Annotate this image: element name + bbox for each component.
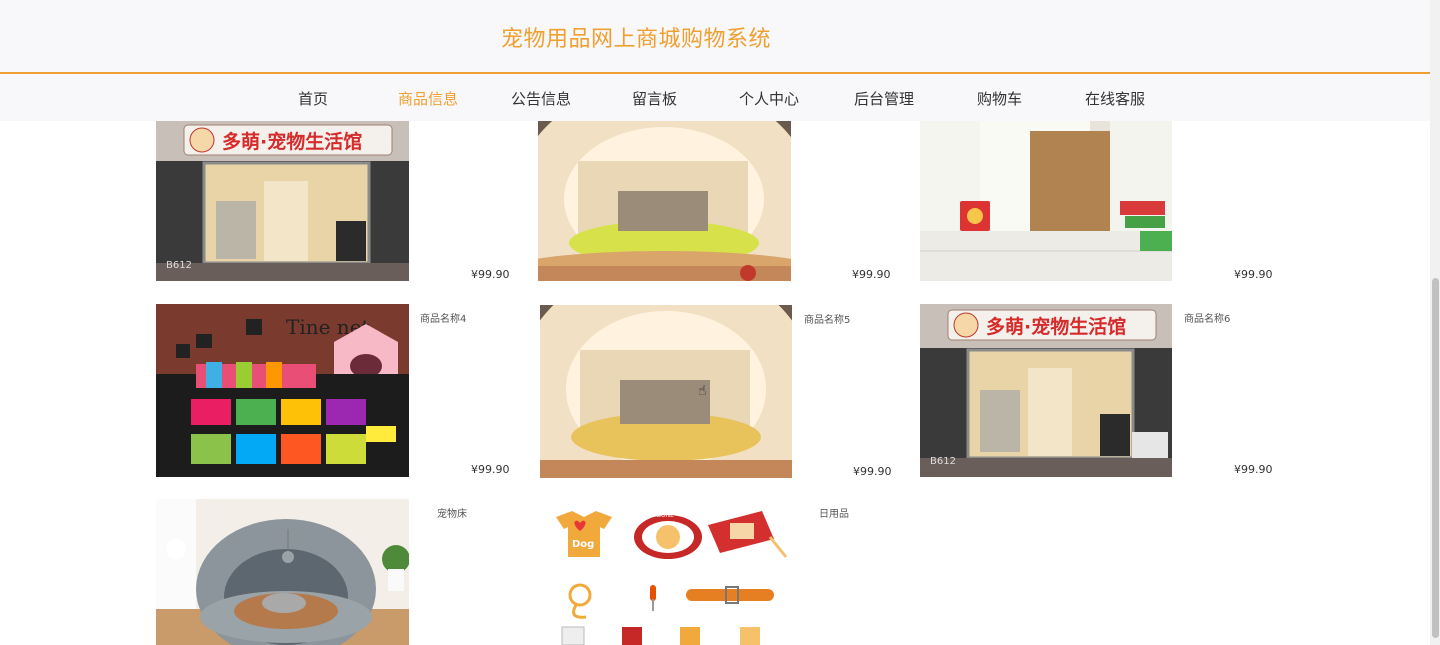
product-price: ¥99.90	[471, 268, 510, 281]
product-image[interactable]: 多萌·宠物生活馆 B612	[920, 304, 1172, 477]
product-price: ¥99.90	[853, 465, 892, 478]
nav-announcements[interactable]: 公告信息	[511, 88, 571, 109]
svg-text:B612: B612	[166, 260, 192, 271]
main-nav: 首页 商品信息 公告信息 留言板 个人中心 后台管理 购物车 在线客服	[0, 74, 1430, 121]
product-image[interactable]	[538, 121, 791, 281]
product-image[interactable]	[920, 121, 1172, 281]
nav-message-board[interactable]: 留言板	[632, 88, 677, 109]
product-price: ¥99.90	[1234, 268, 1273, 281]
product-price: ¥99.90	[852, 268, 891, 281]
svg-text:☝: ☝	[698, 383, 707, 399]
nav-personal-center[interactable]: 个人中心	[739, 88, 799, 109]
product-price: ¥99.90	[1234, 463, 1273, 476]
svg-text:DOG BONE: DOG BONE	[641, 512, 674, 519]
svg-text:多萌·宠物生活馆: 多萌·宠物生活馆	[222, 130, 362, 153]
product-price: ¥99.90	[471, 463, 510, 476]
product-image[interactable]: Dog DOG BONE	[538, 499, 791, 645]
nav-home[interactable]: 首页	[298, 88, 328, 109]
product-image[interactable]	[156, 499, 409, 645]
svg-text:Dog: Dog	[572, 539, 594, 550]
product-name[interactable]: 商品名称4	[420, 310, 466, 325]
nav-products[interactable]: 商品信息	[398, 88, 458, 109]
nav-admin[interactable]: 后台管理	[854, 88, 914, 109]
site-title: 宠物用品网上商城购物系统	[501, 27, 772, 52]
product-name[interactable]: 日用品	[819, 505, 849, 520]
nav-customer-service[interactable]: 在线客服	[1085, 88, 1145, 109]
scrollbar-thumb[interactable]	[1432, 278, 1439, 638]
product-name[interactable]: 宠物床	[437, 505, 467, 520]
product-name[interactable]: 商品名称6	[1184, 310, 1230, 325]
svg-text:多萌·宠物生活馆: 多萌·宠物生活馆	[986, 315, 1126, 338]
nav-cart[interactable]: 购物车	[977, 88, 1022, 109]
product-image[interactable]: Tine net	[156, 304, 409, 477]
svg-text:B612: B612	[930, 456, 956, 467]
product-name[interactable]: 商品名称5	[804, 311, 850, 326]
product-image[interactable]: 多萌·宠物生活馆 B612	[156, 121, 409, 281]
header-bar: 宠物用品网上商城购物系统	[0, 0, 1430, 73]
product-image[interactable]: ☝	[540, 305, 792, 478]
